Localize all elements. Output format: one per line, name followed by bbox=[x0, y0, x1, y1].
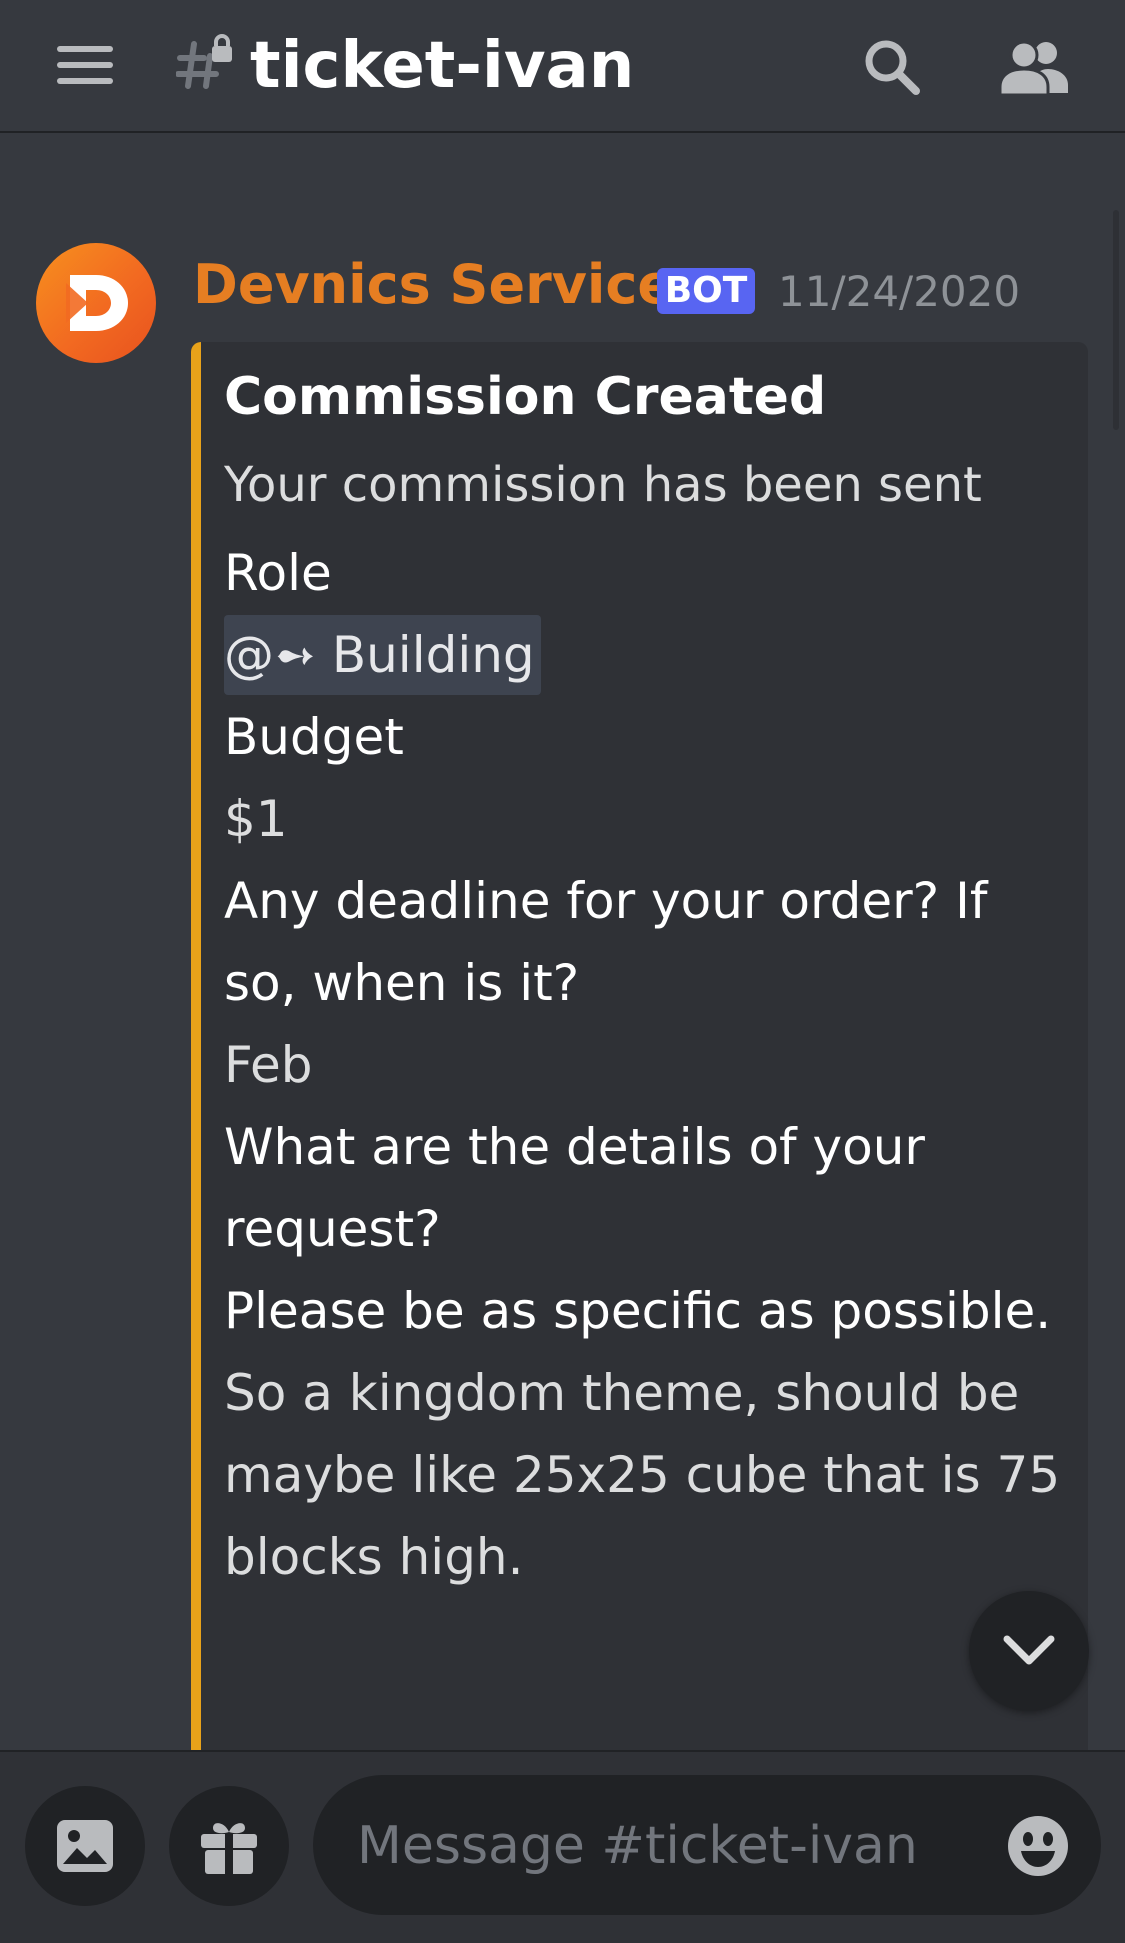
embed-accent-bar bbox=[191, 342, 201, 1762]
embed-field-value: @➻ Building bbox=[224, 614, 1064, 696]
embed-description: Your commission has been sent bbox=[224, 457, 982, 513]
embed-field-value: So a kingdom theme, should be maybe like… bbox=[224, 1364, 1061, 1586]
embed-field-name: Any deadline for your order? If so, when… bbox=[224, 872, 988, 1012]
embed-field-name: Role bbox=[224, 544, 332, 602]
role-mention-name: Building bbox=[331, 626, 535, 684]
locked-channel-hash-icon bbox=[176, 34, 232, 89]
role-mention-prefix: @➻ bbox=[224, 626, 316, 684]
image-upload-icon bbox=[57, 1820, 113, 1872]
embed-field-name: Budget bbox=[224, 708, 404, 766]
gift-icon bbox=[201, 1823, 257, 1874]
message-input[interactable] bbox=[355, 1805, 979, 1887]
jump-to-bottom-button[interactable] bbox=[969, 1591, 1089, 1711]
message-embed: Commission Created Your commission has b… bbox=[191, 342, 1088, 1762]
bot-badge: BOT bbox=[657, 268, 755, 314]
scrollbar[interactable] bbox=[1113, 210, 1119, 430]
emoji-icon[interactable] bbox=[1007, 1815, 1069, 1877]
image-upload-button[interactable] bbox=[25, 1786, 145, 1906]
channel-header: ticket-ivan bbox=[0, 0, 1125, 133]
chevron-down-icon bbox=[1003, 1635, 1055, 1665]
devnics-logo-icon bbox=[66, 275, 128, 331]
embed-title: Commission Created bbox=[224, 367, 827, 427]
avatar[interactable] bbox=[36, 243, 156, 363]
role-mention[interactable]: @➻ Building bbox=[224, 615, 541, 695]
embed-field-value: Feb bbox=[224, 1036, 313, 1094]
channel-title: ticket-ivan bbox=[250, 29, 635, 103]
message-author[interactable]: Devnics Services bbox=[193, 250, 706, 320]
search-icon[interactable] bbox=[862, 37, 922, 97]
embed-field-name: What are the details of your request? Pl… bbox=[224, 1118, 1052, 1340]
message-input-container[interactable] bbox=[313, 1775, 1101, 1915]
members-icon[interactable] bbox=[998, 37, 1070, 97]
gift-button[interactable] bbox=[169, 1786, 289, 1906]
embed-field-value: $1 bbox=[224, 790, 288, 848]
hamburger-menu-icon[interactable] bbox=[57, 46, 113, 86]
message-timestamp: 11/24/2020 bbox=[778, 267, 1021, 316]
